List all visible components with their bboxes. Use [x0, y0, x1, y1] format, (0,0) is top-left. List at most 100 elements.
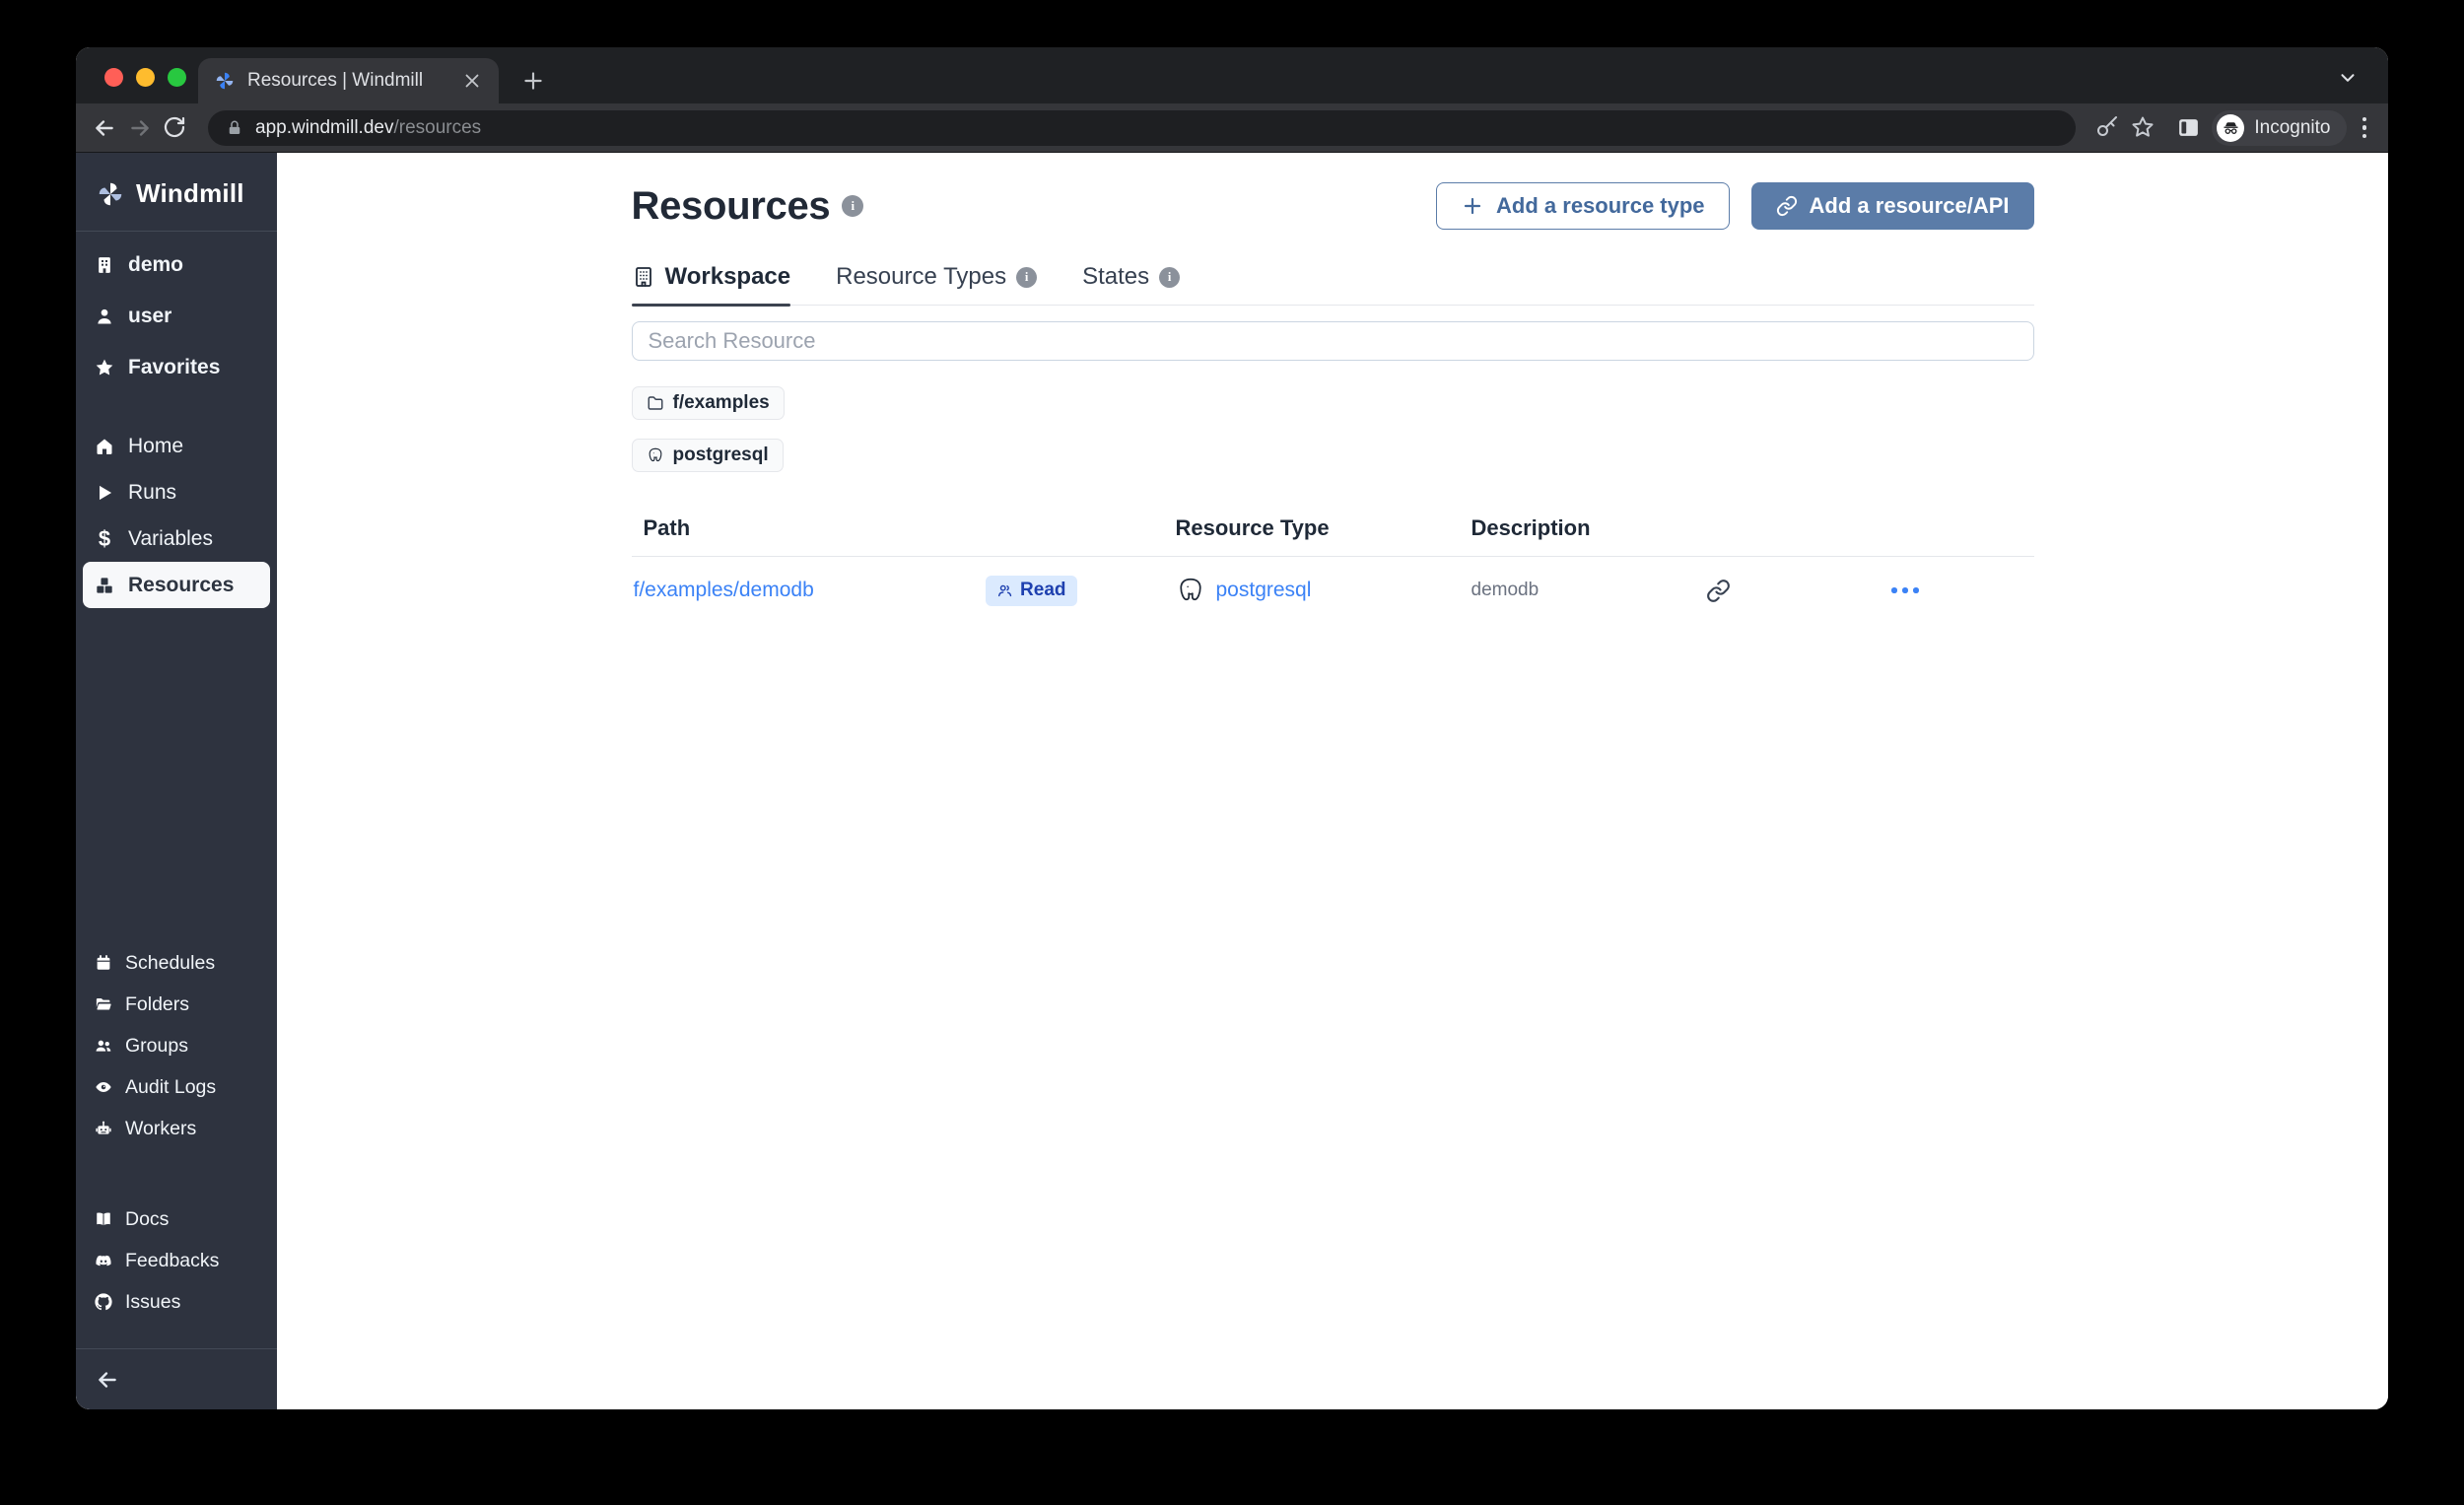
- info-icon[interactable]: i: [1159, 267, 1180, 288]
- sidebar-divider: [76, 231, 277, 232]
- app-content: Windmill demo user: [76, 153, 2388, 1409]
- sidebar-item-label: user: [128, 305, 171, 328]
- side-panel-icon[interactable]: [2176, 115, 2202, 141]
- link-icon: [1776, 195, 1798, 217]
- filter-row-folder: f/examples: [632, 386, 2034, 420]
- browser-tab[interactable]: Resources | Windmill: [198, 58, 499, 103]
- sidebar-item-feedbacks[interactable]: Feedbacks: [76, 1240, 277, 1281]
- plus-icon: [1461, 194, 1484, 218]
- sidebar-item-user[interactable]: user: [76, 291, 277, 342]
- back-icon[interactable]: [92, 115, 117, 141]
- home-icon: [95, 437, 114, 456]
- sidebar-collapse-button[interactable]: [76, 1348, 277, 1409]
- calendar-icon: [95, 954, 112, 972]
- search-tabs-chevron-icon[interactable]: [2337, 67, 2359, 89]
- search-input[interactable]: [632, 321, 2034, 361]
- sidebar-footer-group: Docs Feedbacks Issues: [76, 1198, 277, 1323]
- sidebar-item-issues[interactable]: Issues: [76, 1281, 277, 1323]
- lock-icon: [226, 119, 243, 137]
- sidebar-item-label: Docs: [125, 1208, 169, 1231]
- resources-table: Path Resource Type Description f/example…: [632, 515, 2034, 624]
- users-icon: [996, 582, 1013, 599]
- column-header-path: Path: [632, 515, 1176, 541]
- sidebar-item-home[interactable]: Home: [76, 423, 277, 469]
- browser-menu-icon[interactable]: [2357, 113, 2373, 143]
- column-header-resource-type: Resource Type: [1176, 515, 1472, 541]
- new-tab-button[interactable]: [520, 68, 546, 94]
- url-host: app.windmill.dev: [255, 117, 393, 138]
- filter-chip-folder[interactable]: f/examples: [632, 386, 785, 420]
- sidebar-admin-group: Schedules Folders Groups: [76, 942, 277, 1149]
- incognito-icon: [2217, 114, 2244, 142]
- resource-type-cell: postgresql: [1176, 576, 1472, 605]
- sidebar-item-folders[interactable]: Folders: [76, 984, 277, 1025]
- sidebar: Windmill demo user: [76, 153, 277, 1409]
- link-icon[interactable]: [1706, 579, 1777, 603]
- tab-states[interactable]: States i: [1082, 263, 1180, 305]
- reload-icon[interactable]: [163, 115, 188, 141]
- eye-icon: [95, 1078, 112, 1096]
- filter-chip-label: f/examples: [673, 392, 770, 414]
- sidebar-item-workers[interactable]: Workers: [76, 1108, 277, 1149]
- sidebar-item-label: Audit Logs: [125, 1076, 216, 1099]
- sidebar-nav-group: Home Runs $ Variables Resources: [76, 423, 277, 608]
- sidebar-item-workspace-demo[interactable]: demo: [76, 239, 277, 291]
- github-icon: [95, 1293, 112, 1311]
- path-cell: f/examples/demodb Read: [632, 576, 1176, 606]
- sidebar-item-favorites[interactable]: Favorites: [76, 342, 277, 393]
- building-icon: [632, 265, 655, 289]
- zoom-window-button[interactable]: [168, 68, 186, 87]
- header-actions: Add a resource type Add a resource/API: [1436, 182, 2033, 230]
- building-icon: [95, 255, 114, 275]
- sidebar-item-resources[interactable]: Resources: [83, 562, 270, 608]
- windmill-favicon: [214, 70, 236, 92]
- dollar-icon: $: [95, 529, 114, 549]
- add-resource-type-button[interactable]: Add a resource type: [1436, 182, 1730, 230]
- sidebar-item-groups[interactable]: Groups: [76, 1025, 277, 1066]
- forward-icon[interactable]: [127, 115, 153, 141]
- resource-type-link[interactable]: postgresql: [1216, 579, 1312, 602]
- windmill-logo[interactable]: Windmill: [76, 153, 277, 231]
- table-header-row: Path Resource Type Description: [632, 515, 2034, 557]
- sidebar-item-label: Folders: [125, 993, 189, 1016]
- row-menu-icon[interactable]: [1887, 580, 1923, 601]
- sidebar-item-audit-logs[interactable]: Audit Logs: [76, 1066, 277, 1108]
- url-bar[interactable]: app.windmill.dev/resources: [208, 110, 2076, 146]
- resource-path-link[interactable]: f/examples/demodb: [634, 579, 814, 602]
- tab-resource-types[interactable]: Resource Types i: [836, 263, 1037, 305]
- star-icon: [95, 358, 114, 377]
- screenshot-stage: Resources | Windmill app.windmill.dev/re…: [0, 0, 2464, 1505]
- permission-badge-label: Read: [1020, 580, 1065, 601]
- sidebar-item-runs[interactable]: Runs: [76, 469, 277, 515]
- filter-chip-postgresql[interactable]: postgresql: [632, 439, 784, 472]
- tab-close-icon[interactable]: [461, 70, 483, 92]
- boxes-icon: [95, 576, 114, 595]
- close-window-button[interactable]: [104, 68, 123, 87]
- windmill-logo-label: Windmill: [136, 178, 244, 209]
- add-resource-api-button[interactable]: Add a resource/API: [1751, 182, 2034, 230]
- info-icon[interactable]: i: [1016, 267, 1037, 288]
- url-path: /resources: [393, 117, 481, 138]
- bookmark-star-icon[interactable]: [2131, 115, 2156, 141]
- sidebar-item-docs[interactable]: Docs: [76, 1198, 277, 1240]
- sidebar-item-label: Resources: [128, 574, 234, 597]
- password-key-icon[interactable]: [2095, 115, 2121, 141]
- postgres-icon: [647, 446, 664, 464]
- minimize-window-button[interactable]: [136, 68, 155, 87]
- arrow-left-icon: [95, 1367, 120, 1393]
- user-icon: [95, 307, 114, 326]
- sidebar-item-schedules[interactable]: Schedules: [76, 942, 277, 984]
- tab-label: States: [1082, 263, 1149, 291]
- filter-chip-label: postgresql: [673, 445, 769, 466]
- sidebar-workspace-group: demo user Favorites: [76, 239, 277, 393]
- sidebar-item-label: Feedbacks: [125, 1250, 219, 1272]
- permission-badge: Read: [986, 576, 1076, 606]
- sidebar-item-label: demo: [128, 253, 183, 277]
- folder-icon: [647, 394, 664, 412]
- sidebar-item-variables[interactable]: $ Variables: [76, 515, 277, 562]
- browser-window: Resources | Windmill app.windmill.dev/re…: [76, 47, 2388, 1409]
- column-header-description: Description: [1472, 515, 1698, 541]
- sidebar-item-label: Favorites: [128, 356, 220, 379]
- tab-workspace[interactable]: Workspace: [632, 263, 791, 305]
- info-icon[interactable]: i: [842, 195, 863, 217]
